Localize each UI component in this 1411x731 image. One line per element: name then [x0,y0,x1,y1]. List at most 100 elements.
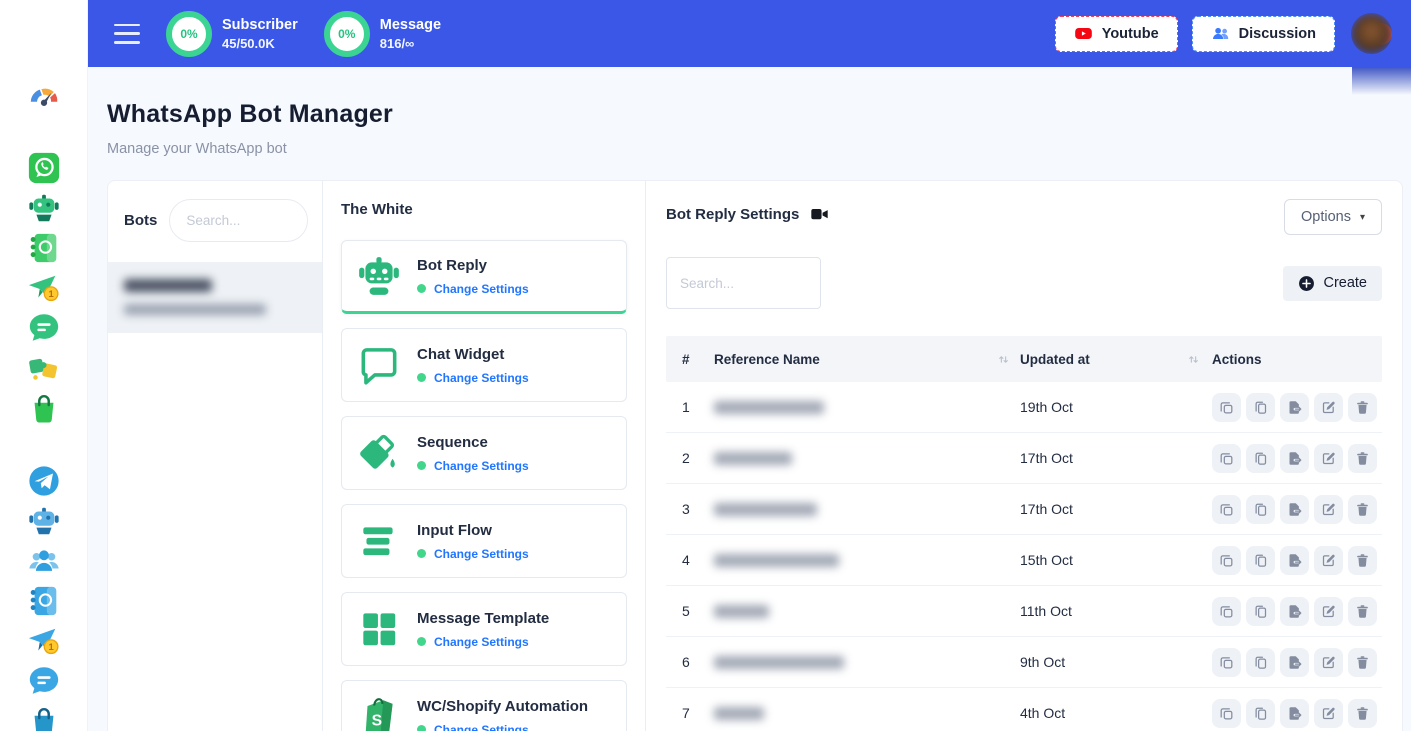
row-index: 6 [666,654,714,670]
sidebar-item-whatsapp-integrations[interactable] [27,351,61,385]
copy-button[interactable] [1246,597,1275,626]
clone-button[interactable] [1212,699,1241,728]
edit-button[interactable] [1314,495,1343,524]
clone-button[interactable] [1212,444,1241,473]
bot-list-item-selected[interactable] [108,262,322,333]
delete-button[interactable] [1348,699,1377,728]
copy-icon [1253,502,1268,517]
setting-card-input-flow[interactable]: Input Flow Change Settings [341,504,627,578]
dashboard-logo[interactable] [25,78,63,116]
redacted-reference-name [714,452,792,465]
plus-circle-icon [1298,275,1315,292]
copy-icon [1253,400,1268,415]
sidebar-nav-whatsapp: 1 [0,148,87,428]
setting-card-sequence[interactable]: Sequence Change Settings [341,416,627,490]
delete-button[interactable] [1348,648,1377,677]
bot-settings-column: The White Bot Reply Change Settings Chat… [323,181,646,731]
export-button[interactable] [1280,495,1309,524]
edit-button[interactable] [1314,597,1343,626]
clone-icon [1219,502,1234,517]
row-actions [1212,597,1382,626]
edit-icon [1321,400,1336,415]
change-settings-link[interactable]: Change Settings [434,371,529,385]
bots-search-input[interactable] [169,199,308,242]
options-button[interactable]: Options ▾ [1284,199,1382,235]
create-button[interactable]: Create [1283,266,1382,301]
sidebar-item-telegram-bot[interactable] [27,504,61,538]
reply-panel-title: Bot Reply Settings [666,206,799,223]
export-button[interactable] [1280,546,1309,575]
row-actions [1212,444,1382,473]
delete-button[interactable] [1348,444,1377,473]
sidebar-item-whatsapp-chat[interactable] [27,311,61,345]
redacted-reference-name [714,503,817,516]
clone-button[interactable] [1212,393,1241,422]
copy-button[interactable] [1246,648,1275,677]
bot-manager-card: Bots The White Bot Reply Change Settings… [107,180,1403,731]
edit-button[interactable] [1314,699,1343,728]
edit-button[interactable] [1314,546,1343,575]
setting-card-shopify-automation[interactable]: S WC/Shopify Automation Change Settings [341,680,627,731]
menu-toggle-button[interactable] [114,24,140,44]
row-index: 2 [666,450,714,466]
discussion-button[interactable]: Discussion [1192,16,1335,52]
setting-card-message-template[interactable]: Message Template Change Settings [341,592,627,666]
export-button[interactable] [1280,444,1309,473]
change-settings-link[interactable]: Change Settings [434,459,529,473]
sidebar-item-telegram-contacts[interactable] [27,584,61,618]
updated-at-cell: 15th Oct [1020,552,1212,568]
updated-at-cell: 17th Oct [1020,501,1212,517]
copy-button[interactable] [1246,444,1275,473]
copy-button[interactable] [1246,495,1275,524]
sidebar-item-whatsapp-broadcast[interactable]: 1 [27,271,61,305]
youtube-button[interactable]: Youtube [1055,16,1178,52]
sidebar-item-telegram-broadcast[interactable]: 1 [27,624,61,658]
export-button[interactable] [1280,393,1309,422]
clone-button[interactable] [1212,648,1241,677]
delete-button[interactable] [1348,597,1377,626]
clone-button[interactable] [1212,597,1241,626]
export-button[interactable] [1280,648,1309,677]
sidebar-item-whatsapp-bot[interactable] [27,191,61,225]
delete-button[interactable] [1348,546,1377,575]
user-avatar[interactable] [1351,13,1392,54]
sidebar-item-telegram-store[interactable] [27,704,61,731]
clone-icon [1219,400,1234,415]
edit-button[interactable] [1314,393,1343,422]
reply-search-input[interactable] [666,257,821,309]
export-button[interactable] [1280,597,1309,626]
setting-card-chat-widget[interactable]: Chat Widget Change Settings [341,328,627,402]
reply-table: # Reference Name Updated at Actions 1 19… [666,336,1382,731]
delete-button[interactable] [1348,393,1377,422]
edit-button[interactable] [1314,648,1343,677]
export-icon [1287,451,1302,466]
sidebar-item-whatsapp[interactable] [27,151,61,185]
avatar-image [1351,13,1392,54]
status-dot [417,637,426,646]
export-button[interactable] [1280,699,1309,728]
sidebar-item-telegram-group[interactable] [27,544,61,578]
edit-button[interactable] [1314,444,1343,473]
change-settings-link[interactable]: Change Settings [434,282,529,296]
change-settings-link[interactable]: Change Settings [434,547,529,561]
sidebar-item-telegram-chat[interactable] [27,664,61,698]
video-camera-icon[interactable] [811,207,828,222]
copy-button[interactable] [1246,699,1275,728]
delete-button[interactable] [1348,495,1377,524]
edit-icon [1321,706,1336,721]
sidebar-item-telegram[interactable] [27,464,61,498]
setting-card-bot-reply[interactable]: Bot Reply Change Settings [341,240,627,314]
sidebar-item-whatsapp-contacts[interactable] [27,231,61,265]
sidebar-item-whatsapp-store[interactable] [27,391,61,425]
subscriber-stat: 0% Subscriber 45/50.0K [166,11,298,57]
status-dot [417,373,426,382]
clone-button[interactable] [1212,546,1241,575]
table-row: 1 19th Oct [666,382,1382,433]
copy-button[interactable] [1246,546,1275,575]
sort-icon[interactable] [1187,353,1200,366]
change-settings-link[interactable]: Change Settings [434,723,529,731]
clone-button[interactable] [1212,495,1241,524]
copy-button[interactable] [1246,393,1275,422]
change-settings-link[interactable]: Change Settings [434,635,529,649]
sort-icon[interactable] [997,353,1010,366]
